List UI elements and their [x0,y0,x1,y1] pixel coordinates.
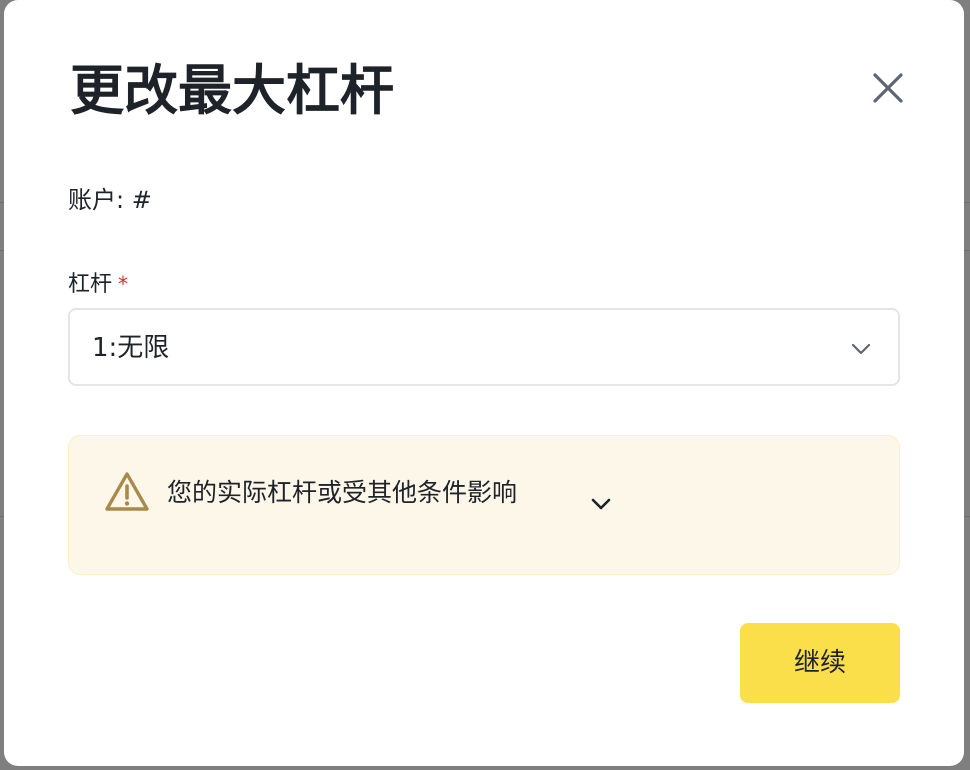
change-leverage-dialog: 更改最大杠杆 账户: # 杠杆 * 1:无限 您的实际杠杆或受其他条件影响 继续 [4,0,964,766]
leverage-selected-value: 1:无限 [92,333,170,363]
leverage-label-text: 杠杆 [68,272,113,297]
dialog-title: 更改最大杠杆 [70,59,394,122]
close-icon[interactable] [866,66,910,110]
chevron-down-icon[interactable] [589,494,613,514]
leverage-select[interactable]: 1:无限 [68,308,900,386]
leverage-label: 杠杆 * [68,268,128,301]
continue-button[interactable]: 继续 [740,623,900,703]
chevron-down-icon [850,338,872,360]
notice-text: 您的实际杠杆或受其他条件影响 [167,478,518,507]
required-mark: * [118,272,129,296]
warning-triangle-icon [103,470,151,514]
leverage-notice[interactable]: 您的实际杠杆或受其他条件影响 [68,435,900,575]
account-info: 账户: # [68,186,152,214]
